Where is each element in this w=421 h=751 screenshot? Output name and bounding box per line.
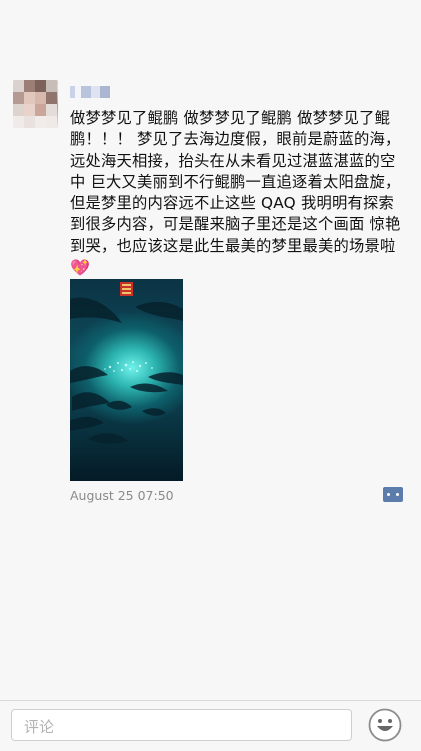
smiley-face-icon[interactable] [368, 708, 402, 742]
post-body: 做梦梦见了鲲鹏 做梦梦见了鲲鹏 做梦梦见了鲲鹏！！！ 梦见了去海边度假，眼前是蔚… [70, 109, 401, 255]
avatar[interactable] [13, 80, 58, 128]
post-timestamp: August 25 07:50 [70, 488, 174, 503]
comment-input[interactable]: 评论 [11, 709, 352, 741]
username-obscured[interactable] [70, 86, 116, 100]
comment-dots-icon[interactable] [383, 487, 403, 502]
sparkling-heart-emoji: 💖 [70, 258, 91, 278]
comment-placeholder: 评论 [24, 718, 55, 736]
post-text: 做梦梦见了鲲鹏 做梦梦见了鲲鹏 做梦梦见了鲲鹏！！！ 梦见了去海边度假，眼前是蔚… [70, 108, 408, 279]
post-photo[interactable] [70, 279, 183, 481]
